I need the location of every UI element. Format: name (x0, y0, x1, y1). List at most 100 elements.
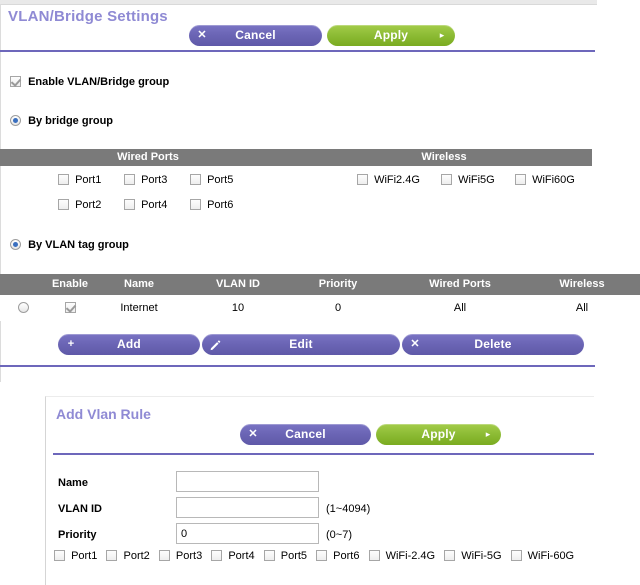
close-icon: ✕ (410, 338, 420, 350)
row-wired-ports: All (453, 302, 467, 314)
port1-label: Port1 (75, 174, 102, 186)
rule-cancel-button-label: Cancel (285, 427, 326, 441)
rule-wifi60g-checkbox[interactable] (510, 550, 522, 561)
port4-checkbox[interactable] (124, 199, 135, 210)
rule-checkbox-port3[interactable]: Port3 (158, 550, 202, 562)
apply-button[interactable]: Apply ▸ (327, 25, 455, 46)
rule-checkbox-port4[interactable]: Port4 (211, 550, 255, 562)
table-row[interactable]: Internet 10 0 All All (0, 295, 640, 321)
port3-checkbox[interactable] (124, 174, 135, 185)
column-header-name: Name (124, 278, 154, 290)
radio-by-bridge-group-label: By bridge group (28, 115, 114, 127)
apply-button-label: Apply (373, 28, 409, 42)
row-name: Internet (120, 302, 158, 314)
radio-by-vlan-tag-group[interactable] (10, 239, 21, 250)
row-vlan-id: 10 (231, 302, 245, 314)
cancel-button[interactable]: ✕ Cancel (189, 25, 322, 46)
column-header-enable: Enable (51, 278, 89, 290)
arrow-right-icon: ▸ (439, 30, 445, 40)
column-header-vlan-id: VLAN ID (216, 278, 260, 290)
rule-port3-checkbox[interactable] (158, 550, 170, 561)
rule-port6-checkbox[interactable] (316, 550, 328, 561)
port5-checkbox[interactable] (190, 174, 201, 185)
checkbox-wifi60g[interactable]: WiFi60G (515, 174, 575, 186)
page-title: VLAN/Bridge Settings (8, 8, 168, 25)
rule-wifi5g-checkbox[interactable] (444, 550, 456, 561)
checkbox-wifi5g[interactable]: WiFi5G (441, 174, 495, 186)
port3-label: Port3 (141, 174, 168, 186)
radio-by-vlan-tag-group-row[interactable]: By VLAN tag group (10, 239, 129, 251)
wifi24g-label: WiFi2.4G (374, 174, 420, 186)
port6-checkbox[interactable] (190, 199, 201, 210)
wired-ports-header: Wired Ports (0, 149, 296, 166)
radio-by-bridge-group-row[interactable]: By bridge group (10, 115, 113, 127)
cancel-button-label: Cancel (235, 28, 276, 42)
checkbox-port1[interactable]: Port1 (58, 174, 101, 186)
checkbox-port3[interactable]: Port3 (124, 174, 167, 186)
enable-vlan-bridge-group-row[interactable]: Enable VLAN/Bridge group (10, 76, 169, 88)
name-input[interactable] (176, 471, 319, 492)
vlan-table-header: Enable Name VLAN ID Priority Wired Ports… (0, 274, 640, 295)
rule-checkbox-port1[interactable]: Port1 (54, 550, 97, 562)
rule-port2-checkbox[interactable] (106, 550, 118, 561)
add-vlan-rule-panel: Add Vlan Rule ✕ Cancel Apply ▸ Name VLAN… (45, 396, 594, 585)
rule-wifi60g-label: WiFi-60G (527, 550, 575, 562)
add-vlan-rule-title: Add Vlan Rule (56, 406, 151, 422)
checkbox-port6[interactable]: Port6 (190, 199, 233, 211)
rule-cancel-button[interactable]: ✕ Cancel (240, 424, 371, 445)
radio-by-vlan-tag-group-label: By VLAN tag group (28, 239, 129, 251)
rule-checkbox-port2[interactable]: Port2 (106, 550, 150, 562)
port5-label: Port5 (207, 174, 234, 186)
port6-label: Port6 (207, 199, 234, 211)
column-header-wireless: Wireless (559, 278, 605, 290)
rule-apply-button[interactable]: Apply ▸ (376, 424, 501, 445)
rule-checkbox-port5[interactable]: Port5 (263, 550, 307, 562)
close-icon: ✕ (248, 428, 258, 440)
port1-checkbox[interactable] (58, 174, 69, 185)
delete-button[interactable]: ✕ Delete (402, 334, 584, 355)
pencil-icon (202, 339, 228, 351)
add-button[interactable]: + Add (58, 334, 200, 355)
radio-by-bridge-group[interactable] (10, 115, 21, 126)
rule-checkbox-wifi24g[interactable]: WiFi-2.4G (368, 550, 435, 562)
row-enable-checkbox[interactable] (64, 302, 76, 313)
header-divider (0, 50, 595, 52)
column-header-priority: Priority (318, 278, 358, 290)
rule-checkbox-wifi5g[interactable]: WiFi-5G (444, 550, 502, 562)
vlan-id-field-label: VLAN ID (58, 503, 102, 515)
vlan-id-input[interactable] (176, 497, 319, 518)
rule-port1-checkbox[interactable] (54, 550, 65, 561)
rule-wifi5g-label: WiFi-5G (461, 550, 502, 562)
checkbox-port2[interactable]: Port2 (58, 199, 101, 211)
row-select-radio[interactable] (17, 302, 29, 313)
wifi5g-label: WiFi5G (458, 174, 495, 186)
plus-icon: + (67, 338, 75, 350)
left-rail (0, 4, 1, 382)
checkbox-port4[interactable]: Port4 (124, 199, 167, 211)
rule-wifi24g-checkbox[interactable] (368, 550, 380, 561)
port4-label: Port4 (141, 199, 168, 211)
rule-port2-label: Port2 (123, 550, 150, 562)
rule-checkbox-port6[interactable]: Port6 (316, 550, 359, 562)
edit-button[interactable]: Edit (202, 334, 400, 355)
rule-checkbox-wifi60g[interactable]: WiFi-60G (510, 550, 575, 562)
wifi24g-checkbox[interactable] (357, 174, 368, 185)
rule-port5-checkbox[interactable] (263, 550, 275, 561)
arrow-right-icon: ▸ (485, 429, 491, 439)
row-enable-cell[interactable] (40, 295, 100, 321)
port2-checkbox[interactable] (58, 199, 69, 210)
wifi60g-checkbox[interactable] (515, 174, 526, 185)
rule-port6-label: Port6 (333, 550, 360, 562)
delete-button-label: Delete (474, 337, 512, 351)
checkbox-port5[interactable]: Port5 (190, 174, 233, 186)
priority-input[interactable] (176, 523, 319, 544)
close-icon: ✕ (197, 29, 207, 41)
row-select-cell[interactable] (6, 295, 40, 321)
wifi5g-checkbox[interactable] (441, 174, 452, 185)
priority-field-label: Priority (58, 529, 97, 541)
rule-port4-checkbox[interactable] (211, 550, 223, 561)
checkbox-wifi24g[interactable]: WiFi2.4G (357, 174, 420, 186)
enable-vlan-bridge-group-checkbox[interactable] (10, 76, 21, 87)
rule-port4-label: Port4 (228, 550, 255, 562)
row-wireless: All (575, 302, 589, 314)
